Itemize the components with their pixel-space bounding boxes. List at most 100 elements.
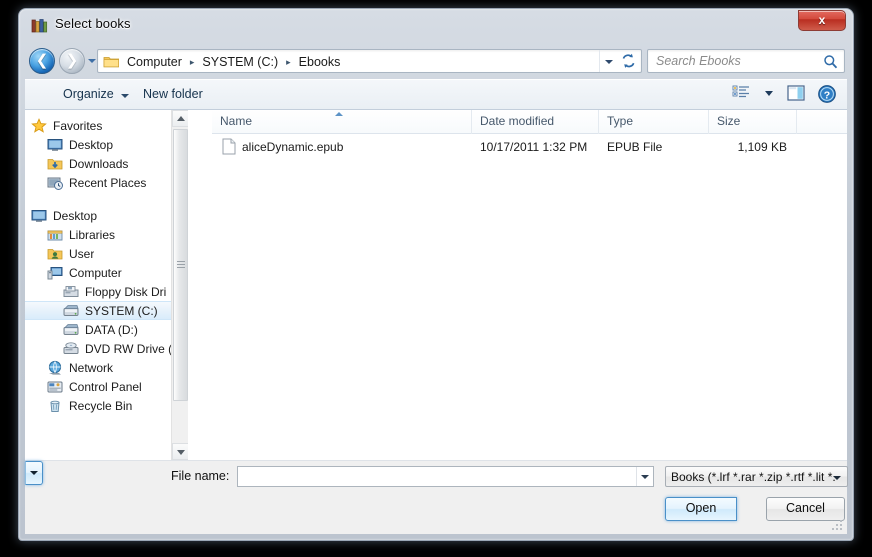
sidebar-item-dvd-rw-drive[interactable]: DVD RW Drive ( — [25, 339, 188, 358]
help-icon[interactable]: ? — [817, 84, 839, 104]
network-icon — [47, 360, 63, 376]
column-header-row: Name Date modified Type Size — [212, 110, 847, 134]
sidebar-item-floppy-disk-dri[interactable]: Floppy Disk Dri — [25, 282, 188, 301]
file-dialog-window: Select books x ❮ ❯ Computer ▸ SYSTEM (C:… — [18, 8, 854, 541]
hard-drive-icon — [63, 322, 79, 338]
breadcrumb-item-computer[interactable]: Computer — [125, 55, 184, 69]
downloads-icon — [47, 156, 63, 172]
scrollbar-thumb[interactable] — [173, 129, 188, 401]
control-panel-icon — [47, 379, 63, 395]
breadcrumb: Computer ▸ SYSTEM (C:) ▸ Ebooks — [125, 53, 342, 71]
user-icon — [47, 246, 63, 262]
address-bar[interactable]: Computer ▸ SYSTEM (C:) ▸ Ebooks — [97, 49, 642, 73]
file-name-dropdown-icon[interactable] — [636, 467, 653, 486]
table-row[interactable]: aliceDynamic.epub 10/17/2011 1:32 PM EPU… — [212, 134, 847, 160]
close-icon: x — [818, 13, 826, 27]
scroll-down-icon[interactable] — [172, 443, 188, 460]
close-button[interactable]: x — [798, 10, 846, 31]
sidebar-item-data-d[interactable]: DATA (D:) — [25, 320, 188, 339]
column-header-date-modified[interactable]: Date modified — [472, 110, 599, 134]
column-header-size[interactable]: Size — [709, 110, 797, 134]
view-caret-down-icon[interactable] — [763, 84, 775, 104]
sidebar-item-label: Favorites — [53, 118, 103, 133]
file-name-input[interactable] — [237, 466, 654, 487]
sidebar-item-label: Recycle Bin — [69, 398, 133, 413]
sidebar-item-label: Floppy Disk Dri — [85, 284, 167, 299]
dialog-content: Favorites Desktop Downloads Recent Places De… — [25, 109, 847, 460]
sidebar-item-network[interactable]: Network — [25, 358, 188, 377]
caret-down-icon[interactable] — [121, 94, 129, 98]
back-arrow-icon: ❮ — [35, 52, 49, 69]
sidebar-item-desktop[interactable]: Desktop — [25, 206, 188, 225]
sidebar-item-label: SYSTEM (C:) — [85, 303, 158, 318]
dvd-drive-icon — [63, 341, 79, 357]
breadcrumb-separator-icon: ▸ — [189, 56, 195, 67]
hard-drive-icon — [63, 303, 79, 319]
file-date-cell: 10/17/2011 1:32 PM — [480, 140, 588, 154]
history-dropdown-icon[interactable] — [88, 59, 96, 63]
breadcrumb-item-ebooks[interactable]: Ebooks — [297, 55, 343, 69]
window-title: Select books — [55, 16, 131, 31]
preview-pane-icon[interactable] — [785, 84, 807, 104]
column-header-type-label: Type — [607, 114, 634, 128]
floppy-drive-icon — [63, 284, 79, 300]
back-button[interactable]: ❮ — [29, 48, 55, 74]
file-list-pane: Name Date modified Type Size aliceDynami… — [212, 110, 847, 460]
sidebar-item-label: Control Panel — [69, 379, 142, 394]
books-icon — [31, 18, 48, 34]
organize-button[interactable]: Organize — [57, 86, 120, 102]
sidebar-item-user[interactable]: User — [25, 244, 188, 263]
pane-splitter[interactable] — [188, 110, 212, 460]
file-size-cell: 1,109 KB — [737, 140, 787, 154]
navigation-pane: Favorites Desktop Downloads Recent Places De… — [25, 110, 188, 460]
sidebar-item-recycle-bin[interactable]: Recycle Bin — [25, 396, 188, 415]
file-name-cell: aliceDynamic.epub — [242, 140, 344, 154]
resize-grip-icon[interactable] — [832, 520, 844, 532]
sidebar-item-control-panel[interactable]: Control Panel — [25, 377, 188, 396]
new-folder-button[interactable]: New folder — [137, 86, 209, 102]
desktop-icon — [47, 137, 63, 153]
cancel-button[interactable]: Cancel — [766, 497, 845, 521]
open-dropdown-button[interactable] — [25, 461, 43, 485]
sidebar-item-label: Network — [69, 360, 114, 375]
open-button[interactable]: Open — [665, 497, 737, 521]
sidebar-item-downloads[interactable]: Downloads — [25, 154, 188, 173]
scrollbar-grip-icon — [177, 261, 185, 270]
forward-button[interactable]: ❯ — [59, 48, 85, 74]
column-header-size-label: Size — [717, 114, 741, 128]
sidebar-item-label: Recent Places — [69, 175, 147, 190]
sidebar-item-computer[interactable]: Computer — [25, 263, 188, 282]
scroll-up-icon[interactable] — [172, 110, 188, 127]
sidebar-item-favorites[interactable]: Favorites — [25, 116, 188, 135]
view-mode-icon[interactable] — [731, 84, 753, 104]
column-header-type[interactable]: Type — [599, 110, 709, 134]
libraries-icon — [47, 227, 63, 243]
breadcrumb-item-system-c[interactable]: SYSTEM (C:) — [200, 55, 280, 69]
sidebar-item-label: DVD RW Drive ( — [85, 341, 173, 356]
desktop-icon — [31, 208, 47, 224]
column-header-date-modified-label: Date modified — [480, 114, 555, 128]
breadcrumb-separator-icon: ▸ — [286, 56, 291, 67]
sidebar-item-libraries[interactable]: Libraries — [25, 225, 188, 244]
command-toolbar: Organize New folder ? — [25, 79, 847, 109]
sidebar-scrollbar[interactable] — [171, 110, 188, 460]
recycle-bin-icon — [47, 398, 63, 414]
column-header-name-label: Name — [220, 114, 253, 128]
path-dropdown-icon[interactable] — [599, 50, 617, 72]
file-icon — [222, 138, 236, 155]
column-header-name[interactable]: Name — [212, 110, 472, 134]
file-name-label: File name: — [171, 469, 230, 483]
sidebar-item-system-c[interactable]: SYSTEM (C:) — [25, 301, 188, 320]
sidebar-item-recent-places[interactable]: Recent Places — [25, 173, 188, 192]
folder-icon — [103, 54, 120, 69]
svg-text:?: ? — [824, 89, 830, 101]
sidebar-item-label: Libraries — [69, 227, 116, 242]
search-box[interactable]: Search Ebooks — [647, 49, 845, 73]
file-type-filter-combo[interactable]: Books (*.lrf *.rar *.zip *.rtf *.lit *. — [665, 466, 848, 487]
sidebar-item-desktop[interactable]: Desktop — [25, 135, 188, 154]
refresh-icon[interactable] — [619, 52, 639, 70]
search-input[interactable]: Search Ebooks — [656, 54, 741, 68]
sidebar-item-label: Desktop — [53, 208, 98, 223]
recent-places-icon — [47, 175, 63, 191]
